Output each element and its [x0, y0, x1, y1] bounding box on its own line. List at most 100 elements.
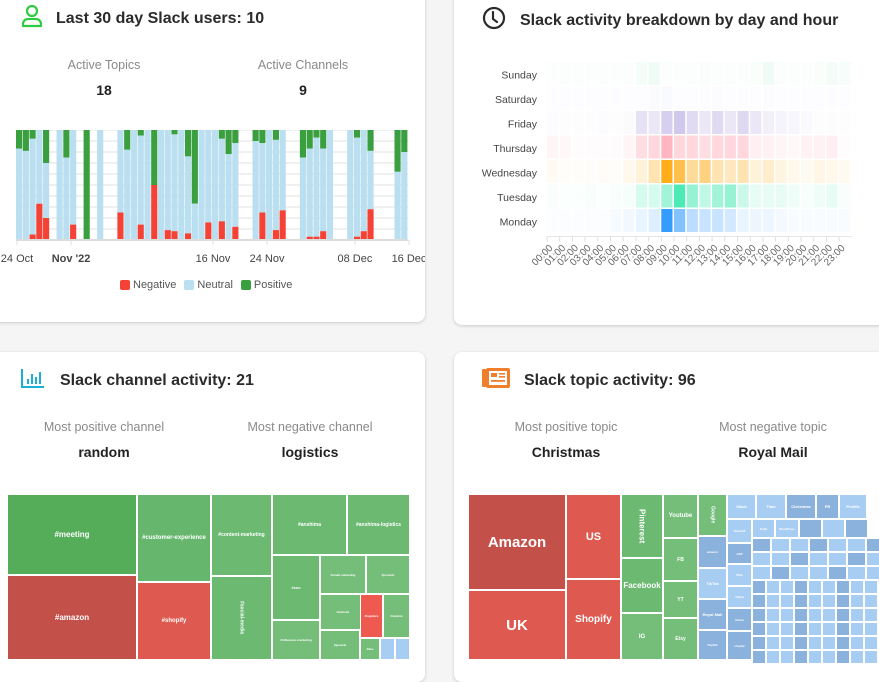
treemap-cell[interactable]: [864, 622, 878, 636]
treemap-cell[interactable]: [850, 580, 864, 594]
treemap-cell[interactable]: [752, 636, 766, 650]
treemap-cell[interactable]: [822, 636, 836, 650]
legend-item-positive[interactable]: Positive: [240, 279, 292, 291]
treemap-cell[interactable]: #random: [383, 594, 410, 638]
treemap-cell[interactable]: Tiktok: [727, 586, 752, 608]
treemap-cell[interactable]: [822, 580, 836, 594]
treemap-cell[interactable]: [752, 622, 766, 636]
treemap-cell[interactable]: [836, 650, 850, 664]
treemap-cell[interactable]: #amazon: [7, 575, 137, 660]
treemap-cell[interactable]: [828, 552, 847, 566]
treemap-cell[interactable]: [850, 594, 864, 608]
treemap-cell[interactable]: #general: [320, 630, 360, 660]
treemap-cell[interactable]: [847, 566, 866, 580]
treemap-cell[interactable]: [866, 552, 879, 566]
treemap-cell[interactable]: [380, 638, 395, 660]
treemap-cell[interactable]: [850, 650, 864, 664]
treemap-cell[interactable]: [771, 538, 790, 552]
treemap-cell[interactable]: [395, 638, 410, 660]
treemap-cell[interactable]: TweetAT: [727, 519, 752, 543]
treemap-cell[interactable]: Youtube: [663, 494, 698, 538]
treemap-cell[interactable]: [808, 594, 822, 608]
treemap-cell[interactable]: [794, 650, 808, 664]
treemap-cell[interactable]: [850, 622, 864, 636]
treemap-cell[interactable]: [808, 608, 822, 622]
treemap-cell[interactable]: FB: [663, 538, 698, 581]
treemap-cell[interactable]: [808, 580, 822, 594]
legend-item-neutral[interactable]: Neutral: [184, 279, 233, 291]
treemap-cell[interactable]: [864, 636, 878, 650]
treemap-cell[interactable]: [836, 636, 850, 650]
treemap-cell[interactable]: [771, 566, 790, 580]
treemap-cell[interactable]: [809, 552, 828, 566]
treemap-cell[interactable]: YT: [663, 581, 698, 618]
treemap-cell[interactable]: [752, 580, 766, 594]
treemap-cell[interactable]: PayPal: [698, 630, 727, 660]
treemap-cell[interactable]: [780, 594, 794, 608]
legend-item-negative[interactable]: Negative: [120, 279, 176, 291]
treemap-cell[interactable]: [836, 622, 850, 636]
treemap-cell[interactable]: WordPress: [775, 519, 799, 538]
treemap-cell[interactable]: Titan: [756, 494, 786, 519]
treemap-cell[interactable]: [752, 552, 771, 566]
treemap-cell[interactable]: [752, 594, 766, 608]
treemap-cell[interactable]: [864, 580, 878, 594]
treemap-cell[interactable]: Royal Mail: [698, 599, 727, 630]
treemap-cell[interactable]: UK: [468, 590, 566, 660]
treemap-cell[interactable]: [752, 608, 766, 622]
treemap-cell[interactable]: [780, 650, 794, 664]
treemap-cell[interactable]: [808, 636, 822, 650]
treemap-cell[interactable]: [780, 608, 794, 622]
treemap-cell[interactable]: [864, 608, 878, 622]
treemap-cell[interactable]: [864, 650, 878, 664]
treemap-cell[interactable]: #dev: [360, 638, 380, 660]
treemap-cell[interactable]: #customer-experience: [137, 494, 211, 582]
treemap-cell[interactable]: [822, 650, 836, 664]
treemap-cell[interactable]: [847, 538, 866, 552]
treemap-cell[interactable]: #content-marketing: [211, 494, 272, 576]
treemap-cell[interactable]: [850, 608, 864, 622]
treemap-cell[interactable]: [822, 608, 836, 622]
treemap-cell[interactable]: Facebook: [621, 558, 663, 613]
treemap-cell[interactable]: #seo: [272, 555, 320, 620]
treemap-cell[interactable]: #logistics: [360, 594, 383, 638]
treemap-cell[interactable]: [766, 622, 780, 636]
treemap-cell[interactable]: [790, 552, 809, 566]
treemap-cell[interactable]: PR: [816, 494, 839, 519]
treemap-cell[interactable]: [794, 622, 808, 636]
treemap-cell[interactable]: [794, 580, 808, 594]
treemap-cell[interactable]: [809, 566, 828, 580]
treemap-cell[interactable]: shopify: [727, 631, 752, 660]
treemap-cell[interactable]: [752, 538, 771, 552]
treemap-cell[interactable]: [822, 519, 845, 538]
treemap-cell[interactable]: [822, 622, 836, 636]
treemap-cell[interactable]: Google: [698, 494, 727, 536]
treemap-cell[interactable]: [828, 538, 847, 552]
treemap-cell[interactable]: [850, 636, 864, 650]
treemap-cell[interactable]: [794, 594, 808, 608]
treemap-cell[interactable]: [864, 594, 878, 608]
treemap-cell[interactable]: TikTok: [698, 568, 727, 599]
treemap-cell[interactable]: #influencer-marketing: [272, 620, 320, 660]
treemap-cell[interactable]: [794, 608, 808, 622]
treemap-cell[interactable]: [808, 622, 822, 636]
treemap-cell[interactable]: #anshima-logistics: [347, 494, 410, 555]
treemap-cell[interactable]: [866, 538, 879, 552]
treemap-cell[interactable]: amazon: [698, 536, 727, 568]
treemap-cell[interactable]: [766, 608, 780, 622]
treemap-cell[interactable]: [809, 538, 828, 552]
treemap-cell[interactable]: #social-media: [211, 576, 272, 660]
treemap-cell[interactable]: [836, 594, 850, 608]
treemap-cell[interactable]: [752, 566, 771, 580]
treemap-cell[interactable]: [790, 538, 809, 552]
treemap-cell[interactable]: [847, 552, 866, 566]
treemap-cell[interactable]: [799, 519, 822, 538]
treemap-cell[interactable]: [752, 650, 766, 664]
treemap-cell[interactable]: ASP: [727, 543, 752, 564]
treemap-cell[interactable]: [836, 580, 850, 594]
treemap-cell[interactable]: #email-marketing: [320, 555, 366, 594]
treemap-cell[interactable]: Amazon: [468, 494, 566, 590]
treemap-cell[interactable]: #meeting: [7, 494, 137, 575]
treemap-cell[interactable]: [828, 566, 847, 580]
treemap-cell[interactable]: [766, 594, 780, 608]
